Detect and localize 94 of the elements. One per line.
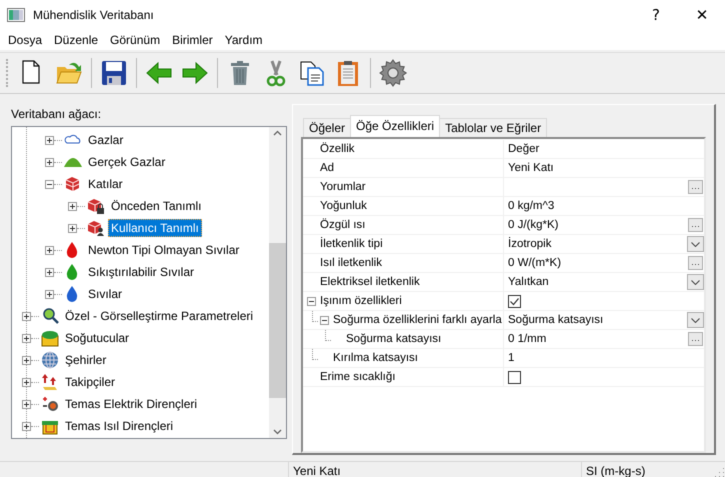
bricks-lock-icon [87,197,105,215]
menu-item[interactable]: Düzenle [48,33,104,47]
expand-icon[interactable] [45,136,54,144]
collapse-icon[interactable] [320,316,329,324]
expand-icon[interactable] [45,246,54,254]
property-value[interactable]: 1 [508,352,704,364]
property-name: Yorumlar [320,181,366,193]
expand-icon[interactable] [22,400,31,408]
property-name: Erime sıcaklığı [320,371,396,383]
right-arrow-icon [181,59,209,87]
checkbox[interactable] [508,294,521,308]
expand-icon[interactable] [45,158,54,166]
tab[interactable]: Öğe Özellikleri [350,115,440,137]
mound-icon [64,158,82,166]
property-value[interactable]: İzotropik [508,238,687,250]
status-text: Yeni Katı [293,464,341,477]
save-icon [100,59,128,87]
tree-item[interactable]: Temas Isıl Dirençleri [62,417,176,435]
resistor-icon [41,395,59,413]
arrows-icon [41,373,59,391]
app-icon [7,8,25,22]
dropdown-button[interactable] [687,236,704,252]
scroll-up-icon[interactable] [273,130,282,136]
property-name: İletkenlik tipi [320,238,383,250]
tree-item[interactable]: Önceden Tanımlı [108,197,204,215]
collapse-icon[interactable] [45,180,54,188]
settings-icon [379,59,407,87]
expand-icon[interactable] [68,202,77,210]
collapse-icon[interactable] [307,296,316,306]
property-name: Soğurma özelliklerini farklı ayarla [333,314,502,326]
tree-item[interactable]: Temas Elektrik Dirençleri [62,395,200,413]
checkbox[interactable] [508,370,521,384]
tree-item[interactable]: Şehirler [62,351,110,369]
menu-item[interactable]: Dosya [2,33,48,47]
property-value[interactable]: Yalıtkan [508,276,687,288]
expand-icon[interactable] [22,356,31,364]
scrollbar-thumb[interactable] [269,243,286,398]
globe-icon [41,351,59,369]
bricks-person-icon [87,219,105,237]
property-value[interactable]: 0 1/mm [508,333,688,345]
menu-item[interactable]: Birimler [166,33,219,47]
tree-item[interactable]: Takipçiler [62,373,118,391]
tree-item[interactable]: Sıvılar [85,285,126,303]
tab[interactable]: Tablolar ve Eğriler [439,118,548,137]
column-header: Özellik [320,143,355,155]
chevron-down-icon [691,242,700,246]
expand-icon[interactable] [22,422,31,430]
scroll-down-icon[interactable] [273,429,282,435]
expand-icon[interactable] [22,334,31,342]
close-button[interactable]: ✕ [679,0,725,30]
tree-item[interactable]: Gerçek Gazlar [85,153,168,171]
property-value[interactable]: 0 W/(m*K) [508,257,688,269]
tree-item[interactable]: Özel - Görselleştirme Parametreleri [62,307,256,325]
property-name: Kırılma katsayısı [333,352,418,364]
help-button[interactable]: ? [633,0,679,30]
expand-icon[interactable] [45,290,54,298]
expand-icon[interactable] [22,312,31,320]
tree-item[interactable]: Kullanıcı Tanımlı [108,219,202,237]
property-value[interactable]: 0 J/(kg*K) [508,219,688,231]
tree-item[interactable]: Katılar [85,175,126,193]
column-header: Değer [508,143,540,155]
tree-item[interactable]: Gazlar [85,131,126,149]
expand-icon[interactable] [22,378,31,386]
chevron-down-icon [691,318,700,322]
property-value[interactable]: Soğurma katsayısı [508,314,687,326]
property-name: Yoğunluk [320,200,367,212]
property-value[interactable]: 0 kg/m^3 [508,200,704,212]
menu-item[interactable]: Görünüm [104,33,166,47]
expand-icon[interactable] [45,268,54,276]
tree-item[interactable]: Soğutucular [62,329,132,347]
property-name: Elektriksel iletkenlik [320,276,420,288]
tree-label: Veritabanı ağacı: [11,107,102,121]
dropdown-button[interactable] [687,274,704,290]
property-name: Özgül ısı [320,219,366,231]
tree-item[interactable]: Sıkıştırılabilir Sıvılar [85,263,198,281]
property-name: Isıl iletkenlik [320,257,382,269]
tab[interactable]: Öğeler [303,118,352,137]
chevron-down-icon [691,280,700,284]
left-arrow-icon [145,59,173,87]
cooler-icon [41,329,59,347]
scrollbar[interactable] [269,127,286,438]
property-name: Soğurma katsayısı [346,333,442,345]
expand-icon[interactable] [68,224,77,232]
property-name: Ad [320,162,334,174]
bricks-icon [64,175,82,193]
dropdown-button[interactable] [687,312,704,328]
property-name: Işınım özellikleri [320,295,402,307]
tree-item[interactable]: Newton Tipi Olmayan Sıvılar [85,241,242,259]
resize-grip-icon [713,466,725,477]
property-value[interactable]: Yeni Katı [508,162,704,174]
window-title: Mühendislik Veritabanı [33,8,155,22]
menu-item[interactable]: Yardım [218,33,269,47]
copy-icon [298,59,326,87]
magnifier-icon [41,307,59,325]
